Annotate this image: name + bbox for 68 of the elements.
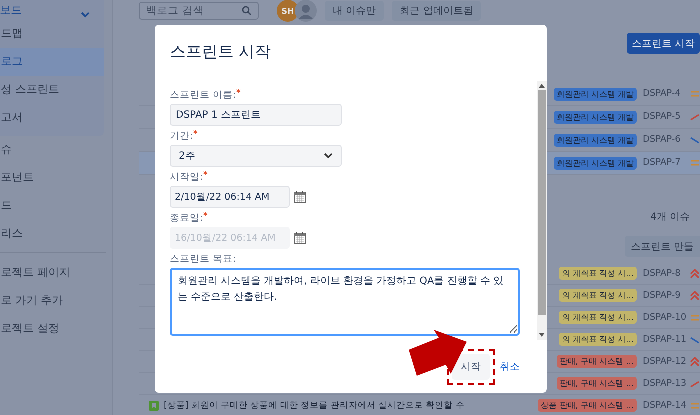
create-sprint-button[interactable]: 스프린트 만들 xyxy=(624,236,700,257)
scroll-up-icon[interactable] xyxy=(539,84,545,88)
epic-tag: 의 계획표 작성 시... xyxy=(559,311,637,324)
issue-key[interactable]: DSPAP-5 xyxy=(643,112,687,122)
search-icon xyxy=(242,6,252,16)
chevron-down-icon[interactable] xyxy=(81,12,90,18)
date-field[interactable]: 2/10월/22 06:14 AM xyxy=(170,186,290,208)
sidebar-item[interactable]: 드맵 xyxy=(0,20,104,48)
sidebar-item[interactable]: 리스 xyxy=(0,220,112,248)
sidebar-item[interactable]: 성 스프린트 xyxy=(0,76,104,104)
sidebar-item[interactable]: 로젝트 설정 xyxy=(0,315,112,343)
issue-key[interactable]: DSPAP-9 xyxy=(643,290,687,300)
issue-row[interactable]: [상품] 회원이 구매한 상품에 대한 정보를 관리자에서 실시간으로 확인할 수 상품 판매, 구매 시스템 ... DSPAP-14 xyxy=(139,395,700,415)
required-mark: * xyxy=(193,130,198,140)
issue-key[interactable]: DSPAP-13 xyxy=(643,378,687,388)
required-mark: * xyxy=(203,212,208,222)
scrollbar[interactable] xyxy=(537,81,547,340)
story-icon xyxy=(149,400,159,410)
filter-button[interactable]: 최근 업데이트됨 xyxy=(392,1,482,21)
calendar-icon[interactable] xyxy=(294,232,306,244)
sidebar-item[interactable]: 로젝트 페이지 xyxy=(0,259,112,287)
issue-key[interactable]: DSPAP-6 xyxy=(643,135,687,145)
issue-key[interactable]: DSPAP-4 xyxy=(643,89,687,99)
epic-tag: 회원관리 시스템 개발 xyxy=(554,110,637,124)
user-avatar[interactable]: SH xyxy=(277,0,299,22)
epic-tag: 의 계획표 작성 시... xyxy=(559,267,637,280)
epic-tag: 의 계획표 작성 시... xyxy=(559,333,637,346)
epic-tag: 상품 판매, 구매 시스템 ... xyxy=(538,399,637,412)
duration-select[interactable]: 2주 xyxy=(170,145,342,167)
issue-key[interactable]: DSPAP-12 xyxy=(643,356,687,366)
start-button[interactable]: 시작 xyxy=(452,354,490,380)
issue-key[interactable]: DSPAP-10 xyxy=(643,312,687,322)
scroll-down-icon[interactable] xyxy=(539,333,545,337)
epic-tag: 회원관리 시스템 개발 xyxy=(554,88,637,100)
search-field[interactable]: 백로그 검색 xyxy=(139,2,259,20)
sidebar-item[interactable]: 드 xyxy=(0,192,112,220)
field-label: 시작일: xyxy=(170,171,204,184)
calendar-icon[interactable] xyxy=(294,191,306,203)
sidebar-item[interactable]: 로그 xyxy=(0,48,104,76)
required-mark: * xyxy=(236,89,241,98)
issue-summary[interactable]: [상품] 회원이 구매한 상품에 대한 정보를 관리자에서 실시간으로 확인할 수 xyxy=(164,400,465,412)
field-label: 스프린트 이름: xyxy=(170,89,236,102)
sidebar-item[interactable]: 고서 xyxy=(0,104,104,132)
start-sprint-button[interactable]: 스프린트 시작 xyxy=(626,33,700,54)
dialog-title: 스프린트 시작 xyxy=(169,41,272,63)
field-label: 기간: xyxy=(170,130,194,143)
issue-count: 4개 이슈 xyxy=(650,211,690,224)
field-label: 종료일: xyxy=(170,212,204,225)
required-mark: * xyxy=(203,171,208,180)
chevron-down-icon xyxy=(324,153,333,159)
epic-tag: 회원관리 시스템 개발 xyxy=(554,156,637,170)
goal-textarea[interactable]: 회원관리 시스템을 개발하여, 라이브 환경을 가정하고 QA를 진행할 수 있는 수준으로 산출한다. xyxy=(170,268,520,336)
sidebar-item[interactable]: 포넌트 xyxy=(0,164,112,192)
text-field[interactable]: DSPAP 1 스프린트 xyxy=(170,104,342,126)
epic-tag: 판매, 구매 시스템 ... xyxy=(556,377,637,390)
epic-tag: 판매, 구매 시스템 ... xyxy=(556,355,637,368)
issue-key[interactable]: DSPAP-7 xyxy=(643,158,687,168)
sidebar-group-label[interactable]: 보드 xyxy=(0,2,22,18)
issue-key[interactable]: DSPAP-8 xyxy=(643,268,687,278)
filter-button[interactable]: 내 이슈만 xyxy=(325,1,384,21)
issue-key[interactable]: DSPAP-14 xyxy=(643,400,687,410)
sidebar-item[interactable]: 로 가기 추가 xyxy=(0,287,112,315)
sidebar-item[interactable]: 슈 xyxy=(0,136,112,164)
issue-key[interactable]: DSPAP-11 xyxy=(643,334,687,344)
cancel-link[interactable]: 취소 xyxy=(498,360,522,374)
epic-tag: 의 계획표 작성 시... xyxy=(559,289,637,302)
epic-tag: 회원관리 시스템 개발 xyxy=(554,134,637,146)
field-label: 스프린트 목표: xyxy=(170,253,236,266)
